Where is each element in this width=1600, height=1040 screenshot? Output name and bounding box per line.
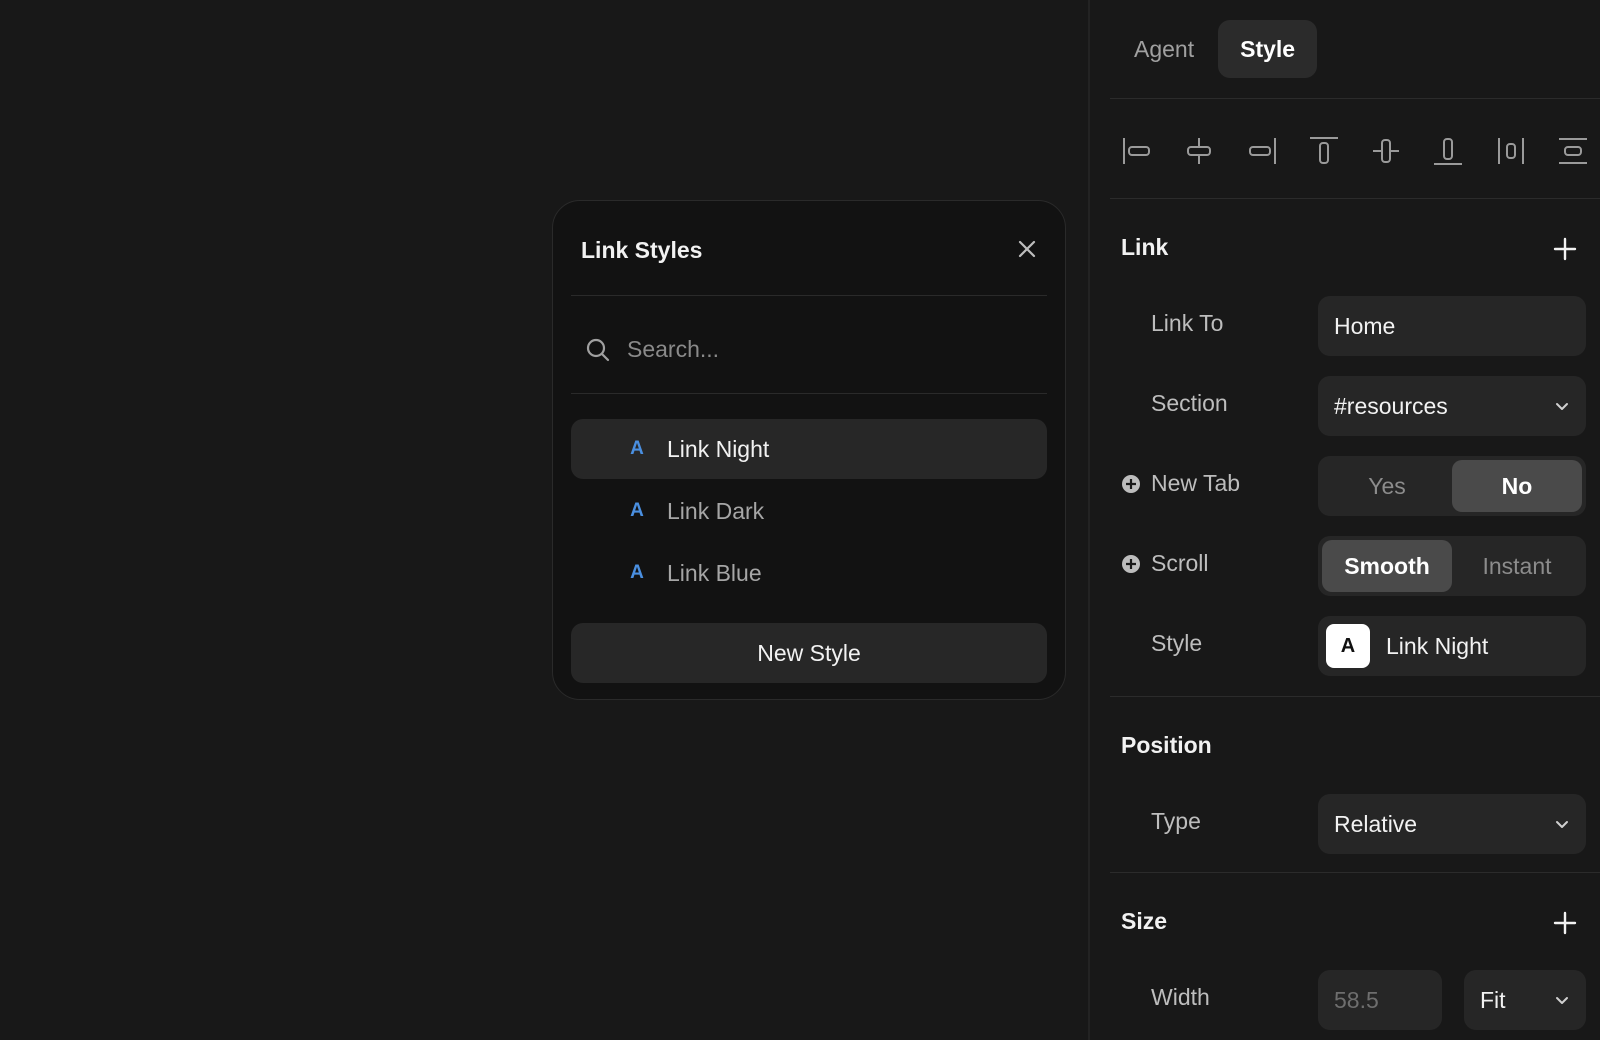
align-right-icon[interactable] (1239, 118, 1285, 184)
text-style-icon: A (630, 562, 644, 583)
position-type-select[interactable]: Relative (1318, 794, 1586, 854)
divider (1110, 872, 1600, 873)
width-label: Width (1151, 984, 1210, 1010)
text-style-swatch: A (1326, 624, 1370, 668)
style-value: Link Night (1386, 632, 1489, 659)
type-label: Type (1151, 808, 1201, 834)
scroll-label: Scroll (1151, 550, 1209, 576)
plus-icon[interactable] (1552, 910, 1578, 936)
chevron-down-icon (1556, 403, 1568, 410)
style-picker[interactable]: A Link Night (1318, 616, 1586, 676)
scroll-toggle: Smooth Instant (1318, 536, 1586, 596)
link-to-label: Link To (1151, 310, 1224, 336)
new-tab-no[interactable]: No (1452, 460, 1582, 512)
position-type-value: Relative (1334, 810, 1418, 837)
section-label: Section (1151, 390, 1228, 416)
align-center-vertical-icon[interactable] (1363, 118, 1409, 184)
new-tab-toggle: Yes No (1318, 456, 1586, 516)
panel-tabs: Agent Style (1112, 20, 1318, 78)
style-label: Style (1151, 630, 1203, 656)
popup-divider (571, 295, 1047, 296)
style-item-label: Link Night (667, 435, 770, 462)
chevron-down-icon (1556, 997, 1568, 1004)
divider (1110, 98, 1600, 99)
align-top-icon[interactable] (1301, 118, 1347, 184)
alignment-toolbar (1110, 118, 1600, 184)
width-input[interactable]: 58.5 (1318, 970, 1442, 1030)
style-item-label: Link Blue (667, 559, 762, 586)
width-mode-select[interactable]: Fit (1464, 970, 1586, 1030)
divider (1110, 696, 1600, 697)
width-mode-value: Fit (1480, 986, 1506, 1013)
link-styles-popup: Link Styles A Link Night A Link Dark (552, 200, 1066, 700)
link-to-value: Home (1334, 312, 1396, 339)
scroll-instant[interactable]: Instant (1452, 540, 1582, 592)
new-tab-label: New Tab (1151, 470, 1241, 496)
search-row (571, 299, 1047, 399)
text-style-icon: A (630, 500, 644, 521)
align-center-horizontal-icon[interactable] (1176, 118, 1222, 184)
search-icon (586, 338, 610, 362)
plus-icon[interactable] (1552, 236, 1578, 262)
properties-panel: Agent Style Link Link To Home Section #r… (1088, 0, 1600, 1040)
distribute-vertical-icon[interactable] (1550, 118, 1596, 184)
align-bottom-icon[interactable] (1425, 118, 1471, 184)
new-style-button[interactable]: New Style (571, 623, 1047, 683)
tab-agent[interactable]: Agent (1112, 20, 1216, 78)
section-value: #resources (1334, 392, 1448, 419)
scroll-smooth[interactable]: Smooth (1322, 540, 1452, 592)
search-input[interactable] (627, 329, 1007, 369)
align-left-icon[interactable] (1114, 118, 1160, 184)
divider (1110, 198, 1600, 199)
text-style-icon: A (630, 438, 644, 459)
close-icon[interactable] (1015, 237, 1039, 261)
popup-divider (571, 393, 1047, 394)
popup-title: Link Styles (581, 237, 703, 263)
list-item[interactable]: A Link Night (571, 419, 1047, 479)
tab-style[interactable]: Style (1218, 20, 1318, 78)
canvas-area[interactable]: Link Styles A Link Night A Link Dark (0, 0, 1088, 1040)
new-tab-yes[interactable]: Yes (1322, 460, 1452, 512)
style-item-label: Link Dark (667, 497, 765, 524)
list-item[interactable]: A Link Blue (571, 543, 1047, 603)
section-title-position: Position (1121, 732, 1212, 758)
section-title-link: Link (1121, 234, 1169, 260)
width-value: 58.5 (1334, 986, 1379, 1013)
list-item[interactable]: A Link Dark (571, 481, 1047, 541)
add-circle-icon[interactable] (1121, 554, 1141, 574)
distribute-horizontal-icon[interactable] (1488, 118, 1534, 184)
chevron-down-icon (1556, 821, 1568, 828)
link-to-field[interactable]: Home (1318, 296, 1586, 356)
section-select[interactable]: #resources (1318, 376, 1586, 436)
section-title-size: Size (1121, 908, 1168, 934)
add-circle-icon[interactable] (1121, 474, 1141, 494)
popup-header: Link Styles (553, 201, 1065, 299)
style-list: A Link Night A Link Dark A Link Blue (571, 419, 1047, 605)
